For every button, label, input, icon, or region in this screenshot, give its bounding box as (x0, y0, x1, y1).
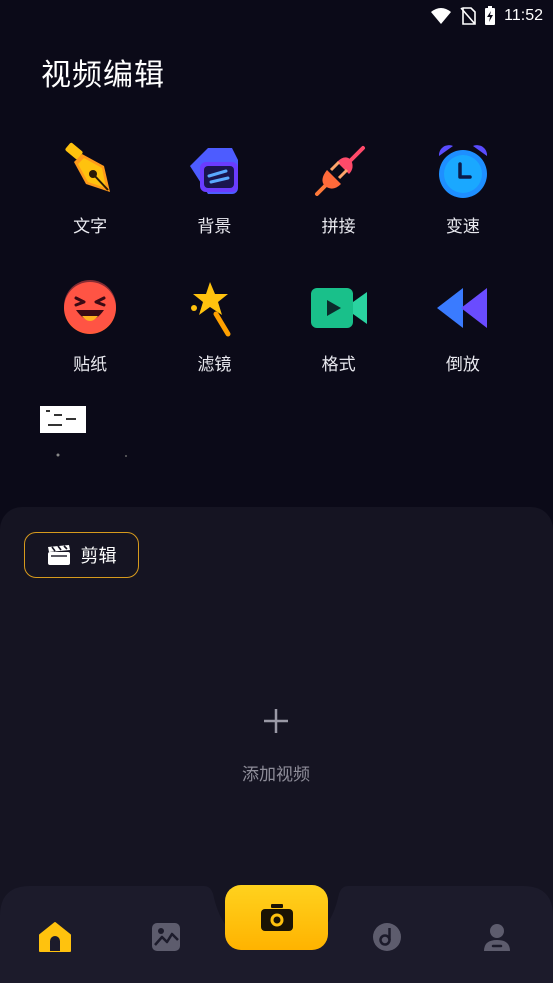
add-video-label: 添加视频 (242, 765, 310, 785)
tool-label: 文字 (73, 217, 108, 237)
background-icon (190, 148, 239, 194)
tool-label: 倒放 (445, 355, 480, 375)
pen-nib-icon (65, 142, 111, 192)
video-camera-icon (310, 288, 367, 328)
wifi-icon (431, 8, 452, 24)
status-bar: 11:52 (0, 0, 553, 32)
tab-gallery[interactable] (146, 917, 186, 957)
sticker-face-icon (64, 280, 117, 334)
rewind-icon (436, 288, 487, 328)
status-time: 11:52 (504, 7, 543, 24)
tool-label: 格式 (321, 355, 356, 375)
tab-profile[interactable] (477, 917, 517, 957)
plug-icon (314, 146, 365, 196)
tool-filter[interactable]: 滤镜 (152, 278, 276, 416)
battery-charging-icon (485, 6, 496, 25)
camera-icon (260, 903, 293, 931)
tab-music[interactable] (367, 917, 407, 957)
tool-label: 变速 (445, 217, 480, 237)
tool-background[interactable]: 背景 (152, 140, 276, 278)
music-icon (373, 923, 401, 951)
home-icon (39, 922, 71, 952)
no-sim-icon (460, 7, 476, 25)
profile-icon (484, 924, 510, 951)
tool-label: 拼接 (321, 217, 356, 237)
alarm-clock-icon (438, 145, 487, 198)
edit-chip[interactable]: 剪辑 (24, 532, 139, 578)
tool-label: 滤镜 (197, 355, 232, 375)
ad-artifact (40, 406, 127, 457)
tool-text[interactable]: 文字 (28, 140, 152, 278)
tool-speed[interactable]: 变速 (401, 140, 525, 278)
tab-home[interactable] (35, 917, 75, 957)
clapperboard-icon (47, 545, 70, 565)
tool-splice[interactable]: 拼接 (277, 140, 401, 278)
tool-reverse[interactable]: 倒放 (401, 278, 525, 416)
plus-icon (264, 709, 288, 733)
edit-chip-label: 剪辑 (80, 546, 117, 567)
add-video-button[interactable]: 添加视频 (226, 700, 326, 790)
magic-wand-icon (191, 282, 231, 337)
tool-label: 背景 (197, 217, 232, 237)
page-title: 视频编辑 (41, 58, 165, 93)
camera-button[interactable] (225, 885, 328, 950)
tool-format[interactable]: 格式 (277, 278, 401, 416)
tool-label: 贴纸 (73, 355, 108, 375)
tool-grid: 文字 背景 拼接 变速 贴纸 滤镜 格式 倒放 (28, 140, 525, 416)
gallery-icon (152, 923, 180, 951)
